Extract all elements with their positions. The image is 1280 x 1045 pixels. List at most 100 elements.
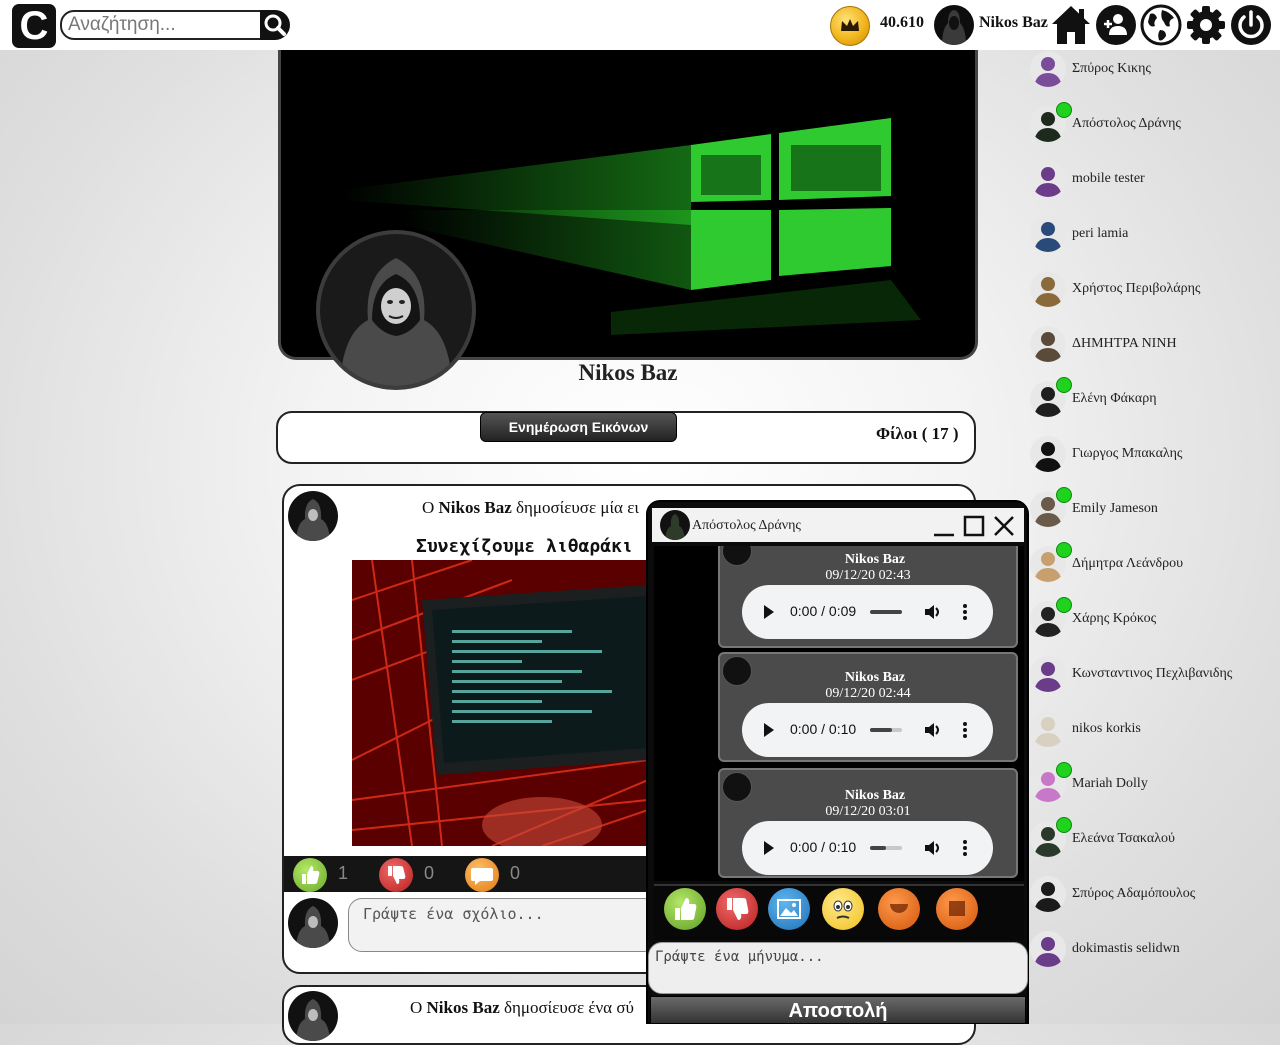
friend-name[interactable]: Emily Jameson — [1072, 501, 1158, 517]
add-friend-icon[interactable] — [1095, 4, 1137, 46]
friend-avatar[interactable] — [1030, 876, 1066, 912]
globe-icon[interactable] — [1140, 4, 1182, 46]
friend-name[interactable]: Κωνσταντινος Πεχλιβανιδης — [1072, 666, 1232, 682]
friend-item[interactable]: Γιωργος Μπακαλης — [1030, 436, 1280, 480]
search-button[interactable] — [260, 10, 290, 40]
friend-avatar[interactable] — [1030, 656, 1066, 692]
audio-progress[interactable] — [870, 728, 902, 732]
friend-name[interactable]: mobile tester — [1072, 171, 1145, 187]
friend-item[interactable]: Ελεάνα Τσακαλού — [1030, 817, 1280, 865]
friend-item[interactable]: dokimastis selidwn — [1030, 931, 1280, 975]
friend-item[interactable]: Κωνσταντινος Πεχλιβανιδης — [1030, 656, 1280, 700]
play-icon[interactable] — [762, 840, 776, 856]
post-author-name[interactable]: Nikos Baz — [439, 498, 512, 517]
chat-message-input[interactable] — [648, 942, 1028, 994]
friend-item[interactable]: Δήμητρα Λεάνδρου — [1030, 542, 1280, 590]
friend-avatar[interactable] — [1030, 51, 1066, 87]
dislike-button[interactable] — [379, 858, 413, 892]
friend-avatar[interactable] — [1030, 161, 1066, 197]
volume-icon[interactable] — [924, 721, 942, 739]
friend-item[interactable]: Απόστολος Δράνης — [1030, 102, 1280, 150]
audio-progress[interactable] — [870, 846, 902, 850]
friend-name[interactable]: nikos korkis — [1072, 721, 1141, 737]
friend-item[interactable]: Σπύρος Αδαμόπουλος — [1030, 876, 1280, 920]
friend-avatar[interactable] — [1030, 436, 1066, 472]
audio-progress[interactable] — [870, 610, 902, 614]
volume-icon[interactable] — [924, 839, 942, 857]
friend-name[interactable]: Ελεάνα Τσακαλού — [1072, 831, 1175, 847]
coins-icon[interactable] — [830, 6, 870, 46]
stop-audio-button[interactable] — [936, 888, 978, 930]
comment-button[interactable] — [465, 858, 499, 892]
friend-item[interactable]: nikos korkis — [1030, 711, 1280, 755]
post2-author-name[interactable]: Nikos Baz — [427, 998, 500, 1017]
emoji-button[interactable] — [822, 888, 864, 930]
more-options-icon[interactable] — [962, 839, 968, 857]
friend-avatar[interactable] — [1030, 326, 1066, 362]
friend-item[interactable]: Ελένη Φάκαρη — [1030, 377, 1280, 425]
friend-avatar[interactable] — [1030, 931, 1066, 967]
home-icon[interactable] — [1050, 4, 1092, 46]
friends-count-link[interactable]: Φίλοι ( 17 ) — [876, 424, 959, 444]
search-input[interactable] — [60, 10, 270, 40]
audio-player[interactable]: 0:00 / 0:09 — [742, 585, 993, 639]
friend-item[interactable]: mobile tester — [1030, 161, 1280, 205]
chat-dislike-button[interactable] — [716, 888, 758, 930]
chat-contact-name: Απόστολος Δράνης — [692, 518, 801, 533]
friend-name[interactable]: Χρήστος Περιβολάρης — [1072, 281, 1200, 297]
like-button[interactable] — [293, 858, 327, 892]
close-icon[interactable] — [992, 514, 1016, 538]
friend-item[interactable]: Emily Jameson — [1030, 487, 1280, 535]
thumbs-up-icon — [302, 866, 320, 884]
audio-player[interactable]: 0:00 / 0:10 — [742, 703, 993, 757]
send-image-button[interactable] — [768, 888, 810, 930]
user-name[interactable]: Nikos Baz — [979, 14, 1048, 32]
power-icon[interactable] — [1230, 4, 1272, 46]
friend-name[interactable]: Δήμητρα Λεάνδρου — [1072, 556, 1183, 572]
play-icon[interactable] — [762, 604, 776, 620]
chat-send-button[interactable]: Αποστολή — [650, 996, 1026, 1024]
post2-author-avatar[interactable] — [288, 991, 338, 1041]
post2-header-prefix: Ο — [410, 998, 427, 1017]
site-logo[interactable]: C — [12, 4, 56, 48]
post-image[interactable] — [352, 560, 648, 846]
minimize-icon[interactable] — [932, 514, 956, 538]
audio-time: 0:00 / 0:10 — [790, 839, 857, 855]
friend-item[interactable]: ΔΗΜΗΤΡΑ ΝΙΝΗ — [1030, 326, 1280, 370]
friend-item[interactable]: Mariah Dolly — [1030, 762, 1280, 810]
profile-avatar[interactable] — [316, 230, 476, 390]
friend-name[interactable]: Σπύρος Αδαμόπουλος — [1072, 886, 1195, 902]
friend-name[interactable]: ΔΗΜΗΤΡΑ ΝΙΝΗ — [1072, 336, 1177, 352]
friend-item[interactable]: Χρήστος Περιβολάρης — [1030, 271, 1280, 315]
friend-item[interactable]: Χάρης Κρόκος — [1030, 597, 1280, 645]
friend-name[interactable]: dokimastis selidwn — [1072, 941, 1180, 957]
maximize-icon[interactable] — [962, 514, 986, 538]
gear-icon[interactable] — [1185, 4, 1227, 46]
chat-like-button[interactable] — [664, 888, 706, 930]
record-audio-button[interactable] — [878, 888, 920, 930]
thumbs-up-icon — [675, 898, 697, 920]
comment-input[interactable] — [348, 898, 658, 952]
update-images-button[interactable]: Ενημέρωση Εικόνων — [480, 412, 677, 442]
friend-avatar[interactable] — [1030, 271, 1066, 307]
friend-avatar[interactable] — [1030, 711, 1066, 747]
profile-name: Nikos Baz — [578, 360, 678, 385]
friend-name[interactable]: Mariah Dolly — [1072, 776, 1148, 792]
friend-name[interactable]: Ελένη Φάκαρη — [1072, 391, 1157, 407]
more-options-icon[interactable] — [962, 721, 968, 739]
friend-item[interactable]: peri lamia — [1030, 216, 1280, 260]
friend-name[interactable]: Απόστολος Δράνης — [1072, 116, 1181, 132]
friend-name[interactable]: Σπύρος Κικης — [1072, 61, 1151, 77]
user-avatar[interactable] — [934, 5, 974, 45]
friend-name[interactable]: peri lamia — [1072, 226, 1128, 242]
friend-name[interactable]: Χάρης Κρόκος — [1072, 611, 1156, 627]
audio-player[interactable]: 0:00 / 0:10 — [742, 821, 993, 875]
post-header: Ο Nikos Baz δημοσίευσε μία ει — [422, 498, 639, 518]
volume-icon[interactable] — [924, 603, 942, 621]
more-options-icon[interactable] — [962, 603, 968, 621]
play-icon[interactable] — [762, 722, 776, 738]
friend-name[interactable]: Γιωργος Μπακαλης — [1072, 446, 1182, 462]
post-author-avatar[interactable] — [288, 491, 338, 541]
friend-avatar[interactable] — [1030, 216, 1066, 252]
friend-item[interactable]: Σπύρος Κικης — [1030, 51, 1280, 95]
